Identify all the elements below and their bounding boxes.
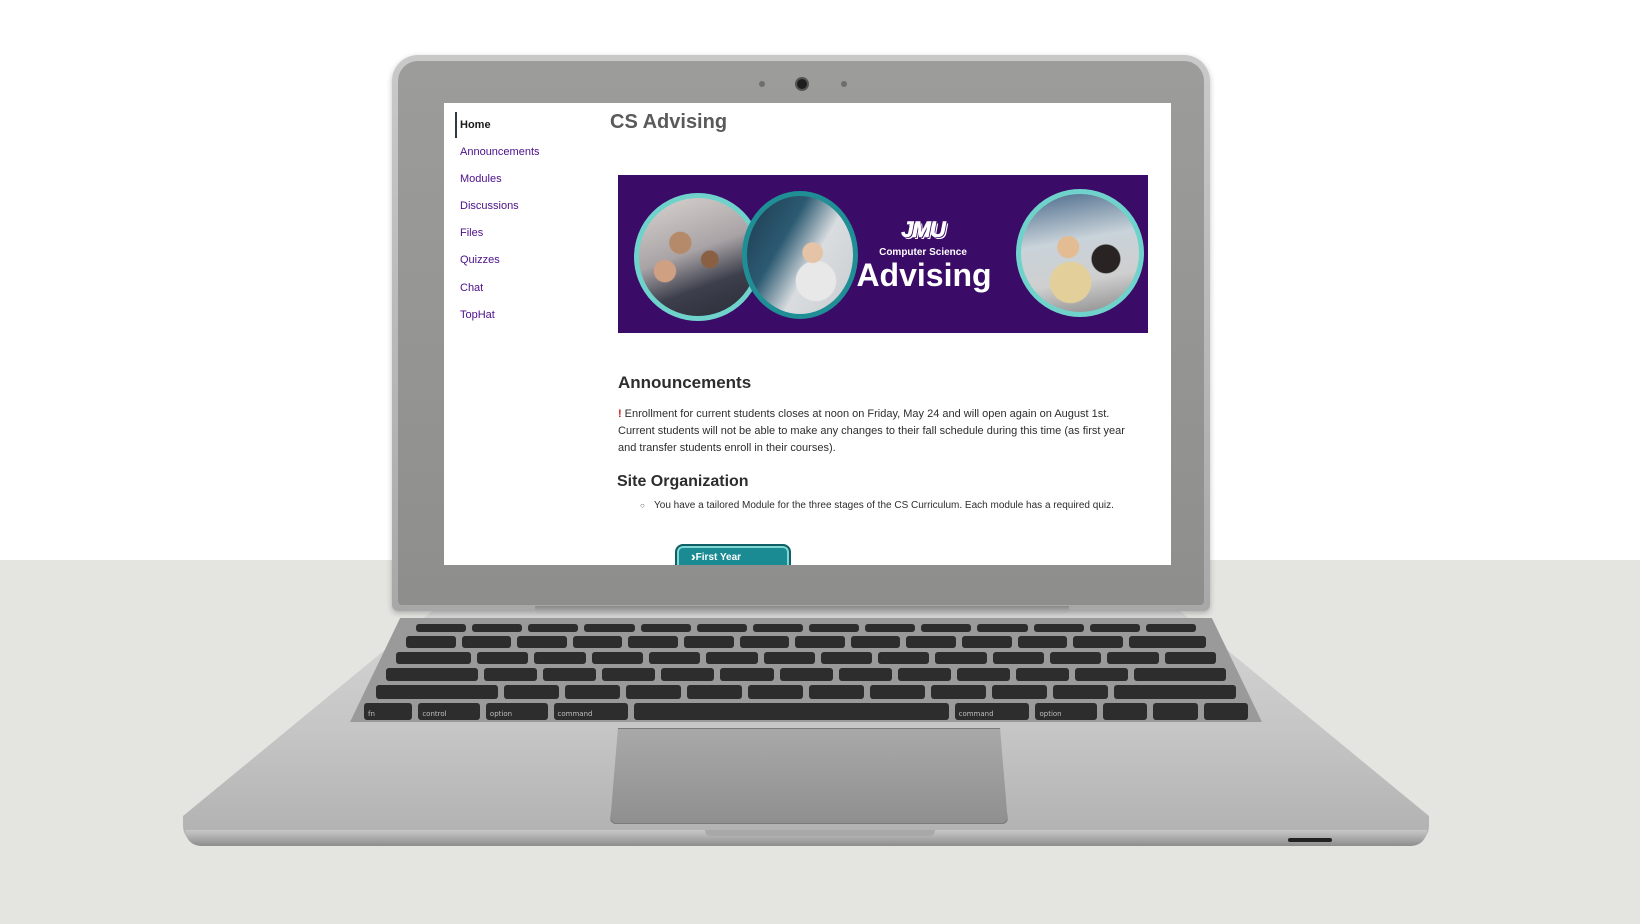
lid-notch — [705, 830, 935, 836]
option-key: option — [485, 703, 548, 720]
announcements-heading: Announcements — [618, 373, 752, 392]
page-title: CS Advising — [610, 111, 728, 133]
double-chevron-icon: ›› — [691, 549, 694, 564]
command-key: command — [553, 703, 629, 720]
side-port — [1288, 838, 1332, 842]
nav-announcements[interactable]: Announcements — [460, 146, 540, 158]
keyboard: fn control option command command option — [350, 618, 1262, 722]
nav-chat[interactable]: Chat — [460, 282, 483, 294]
nav-discussions[interactable]: Discussions — [460, 200, 519, 212]
nav-tophat[interactable]: TopHat — [460, 309, 495, 321]
site-organization-text: You have a tailored Module for the three… — [654, 500, 1114, 511]
students-photo-2 — [742, 191, 858, 319]
sensor-dot-left — [759, 81, 765, 87]
laptop-hinge — [535, 606, 1069, 614]
nav-modules[interactable]: Modules — [460, 173, 502, 185]
scene: fn control option command command option… — [0, 0, 1640, 924]
first-year-module-button[interactable]: ›› First Year — [675, 544, 791, 565]
advising-banner: JMU Computer Science Advising — [618, 175, 1148, 333]
nav-quizzes[interactable]: Quizzes — [460, 254, 500, 266]
announcement-body: Enrollment for current students closes a… — [618, 408, 1125, 454]
jmu-logo: JMU — [901, 217, 946, 243]
laptop-lid: Home Announcements Modules Discussions F… — [392, 55, 1210, 611]
students-photo-3 — [1016, 189, 1144, 317]
alert-icon: ! — [618, 408, 622, 420]
screen-bezel: Home Announcements Modules Discussions F… — [398, 61, 1204, 605]
circle-bullet-icon: ○ — [640, 501, 645, 510]
site-organization-heading: Site Organization — [617, 473, 749, 490]
fn-key: fn — [364, 703, 413, 720]
sensor-dot-right — [841, 81, 847, 87]
command-key-right: command — [954, 703, 1030, 720]
list-item: ○ You have a tailored Module for the thr… — [640, 498, 1140, 514]
space-key — [634, 703, 949, 720]
course-nav-sidebar: Home Announcements Modules Discussions F… — [444, 103, 604, 565]
first-year-label: First Year — [695, 552, 742, 563]
trackpad — [610, 728, 1008, 824]
nav-files[interactable]: Files — [460, 227, 483, 239]
active-nav-indicator — [455, 112, 457, 138]
webcam — [797, 79, 807, 89]
banner-title: Advising — [856, 257, 992, 293]
laptop-screen: Home Announcements Modules Discussions F… — [444, 103, 1171, 565]
option-key-right: option — [1035, 703, 1098, 720]
control-key: control — [418, 703, 480, 720]
announcement-text: ! Enrollment for current students closes … — [618, 406, 1138, 457]
nav-home[interactable]: Home — [460, 119, 491, 131]
